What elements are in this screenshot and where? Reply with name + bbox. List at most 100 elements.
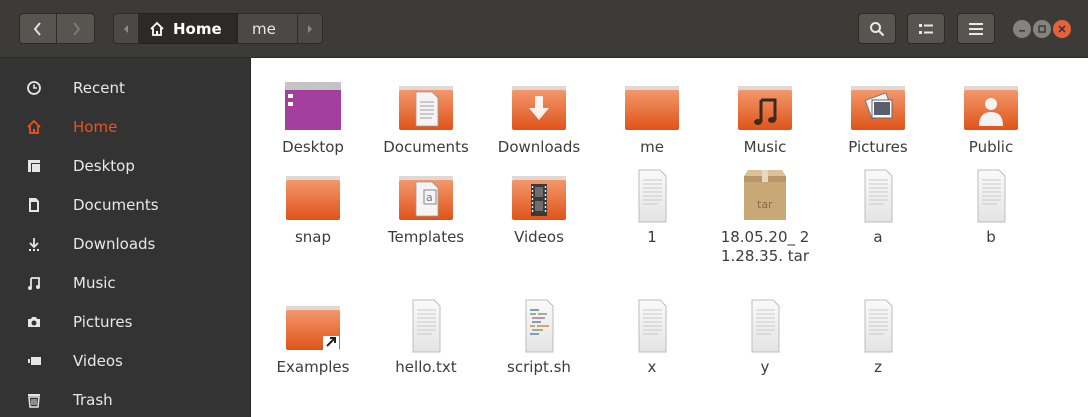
file-item-me[interactable]: me [602,78,702,157]
file-name: Desktop [282,138,344,156]
file-name: a [873,228,883,246]
file-item-tar-archive[interactable]: tar 18.05.20_ 21.28.35. tar [715,168,815,266]
breadcrumb-home[interactable]: Home [139,13,238,44]
file-name: Videos [514,228,564,246]
trash-icon [23,389,45,411]
minimize-icon [1019,30,1025,32]
file-name: Music [743,138,787,156]
sidebar-item-trash[interactable]: Trash [0,380,251,417]
sidebar-item-videos[interactable]: Videos [0,341,251,380]
close-button[interactable] [1053,20,1071,38]
file-name: me [640,138,664,156]
camera-icon [23,311,45,333]
file-item-b[interactable]: b [941,168,1041,247]
text-file-icon [638,299,667,353]
file-name: hello.txt [395,358,457,376]
desktop-folder-icon [23,155,45,177]
document-icon [23,194,45,216]
sidebar-item-label: Music [73,273,116,292]
home-icon [150,21,164,36]
maximize-button[interactable] [1033,20,1051,38]
clock-icon [23,77,45,99]
file-name: Public [968,138,1014,156]
close-icon [1058,25,1066,33]
back-button[interactable] [19,13,57,44]
file-name: x [647,358,657,376]
file-item-y[interactable]: y [715,298,815,377]
file-item-videos[interactable]: Videos [489,168,589,247]
file-item-x[interactable]: x [602,298,702,377]
sidebar-item-pictures[interactable]: Pictures [0,302,251,341]
forward-button[interactable] [56,13,95,44]
minimize-button[interactable] [1013,20,1031,38]
path-scroll-left-button[interactable] [113,13,139,44]
sidebar-item-label: Desktop [73,156,135,175]
breadcrumb-me[interactable]: me [238,13,298,44]
tar-badge: tar [757,198,773,211]
hamburger-menu-icon [969,22,983,35]
video-icon [23,350,45,372]
file-name: Documents [383,138,469,156]
sidebar-item-home[interactable]: Home [0,107,251,146]
file-item-z[interactable]: z [828,298,928,377]
view-toggle-button[interactable] [907,13,945,44]
triangle-left-icon [124,24,128,33]
link-folder-icon [286,306,340,350]
file-item-snap[interactable]: snap [263,168,363,247]
sidebar-item-label: Pictures [73,312,133,331]
text-file-icon [864,299,893,353]
file-item-examples[interactable]: Examples [263,298,363,377]
sidebar-item-label: Home [73,117,118,136]
script-file-icon [525,299,554,353]
file-name: 18.05.20_ 21.28.35. tar [720,228,810,265]
chevron-right-icon [72,21,80,36]
menu-button[interactable] [957,13,995,44]
file-item-downloads[interactable]: Downloads [489,78,589,157]
file-name: y [760,358,770,376]
search-icon [870,21,885,36]
file-item-pictures[interactable]: Pictures [828,78,928,157]
search-button[interactable] [858,13,896,44]
file-name: Templates [387,228,465,246]
triangle-right-icon [308,24,312,33]
file-item-1[interactable]: 1 [602,168,702,247]
file-item-a[interactable]: a [828,168,928,247]
file-item-public[interactable]: Public [941,78,1041,157]
breadcrumb-home-label: Home [173,19,222,38]
file-item-documents[interactable]: Documents [376,78,476,157]
tar-archive-icon: tar [744,170,786,220]
file-name: snap [294,228,332,246]
maximize-icon [1038,25,1046,33]
desktop-folder-icon [285,82,341,130]
downloads-folder-icon [512,86,566,130]
sidebar-item-label: Documents [73,195,159,214]
file-item-script-sh[interactable]: script.sh [489,298,589,377]
videos-folder-icon [512,176,566,220]
sidebar-item-recent[interactable]: Recent [0,68,251,107]
home-icon [23,116,45,138]
file-item-music[interactable]: Music [715,78,815,157]
sidebar-item-label: Trash [73,390,113,409]
music-note-icon [23,272,45,294]
sidebar-item-desktop[interactable]: Desktop [0,146,251,185]
svg-text:a: a [426,191,433,204]
sidebar-item-label: Downloads [73,234,156,253]
list-view-icon [919,23,933,34]
file-name: Examples [276,358,350,376]
folder-icon [625,86,679,130]
sidebar-item-downloads[interactable]: Downloads [0,224,251,263]
file-name: 1 [647,228,657,246]
sidebar-item-music[interactable]: Music [0,263,251,302]
sidebar-item-documents[interactable]: Documents [0,185,251,224]
file-view: Desktop Documents Downloads me Music Pic… [252,58,1088,417]
path-bar: Home me [113,13,323,44]
file-name: Downloads [497,138,581,156]
file-item-hello-txt[interactable]: hello.txt [376,298,476,377]
download-icon [23,233,45,255]
file-item-desktop[interactable]: Desktop [263,78,363,157]
documents-folder-icon [399,86,453,130]
file-name: z [874,358,882,376]
path-scroll-right-button[interactable] [298,13,323,44]
file-item-templates[interactable]: a Templates [376,168,476,247]
places-sidebar: Recent Home Desktop Documents Downloads … [0,58,251,417]
